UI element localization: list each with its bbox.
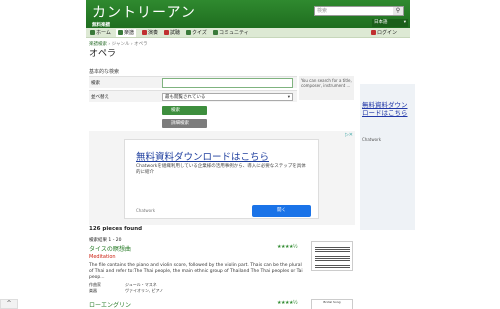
site-logo[interactable]: カントリーアン (92, 2, 196, 22)
instrument-link[interactable]: ヴァイオリン, ピアノ (125, 288, 163, 294)
nav-community[interactable]: コミュニティ (213, 29, 249, 37)
ad-title[interactable]: 無料資料ダウンロードはこちら (136, 149, 269, 163)
scroll-up-button[interactable]: ^ (0, 299, 18, 309)
keyword-label: 検索 (91, 81, 100, 86)
ad-banner: 無料資料ダウンロードはこちら Chatworkを組織利用している企業様の活用事例… (89, 131, 355, 225)
nav-score[interactable]: 楽譜 (116, 29, 137, 37)
result-count: 126 pieces found (89, 226, 143, 232)
search-hint: You can search for a title, composer, in… (299, 76, 354, 100)
sort-select[interactable]: 最も閲覧されている ▾ (162, 93, 293, 101)
ad-close-icon[interactable]: ▷✕ (345, 132, 353, 138)
chevron-down-icon: ▾ (403, 20, 406, 25)
breadcrumb-current: オペラ (134, 42, 148, 47)
side-ad-title[interactable]: 無料資料ダウンロードはこちら (362, 101, 412, 117)
ad-body: Chatworkを組織利用している企業様の活用事例から、導入に必要なステップを具… (136, 164, 306, 175)
play-icon (142, 29, 147, 35)
community-icon (213, 29, 218, 35)
result-subtitle: Meditation (89, 254, 116, 260)
header-search[interactable]: 検索 ⚲ (314, 6, 404, 16)
search-button[interactable]: 検索 (162, 106, 207, 115)
keyword-input[interactable] (162, 78, 293, 88)
listen-icon (164, 29, 169, 35)
page: カントリーアン 検索 ⚲ 日本語 ▾ 無料楽譜 ホーム 楽譜 演奏 試聴 クイズ… (0, 0, 500, 309)
language-label: 日本語 (374, 20, 388, 25)
rating-stars: ★★★★½ (277, 300, 298, 306)
nav-play[interactable]: 演奏 (142, 29, 158, 37)
login-icon (371, 29, 376, 35)
advanced-search-button[interactable]: 詳細検索 (162, 119, 207, 128)
side-ad[interactable]: 無料資料ダウンロードはこちら Chatwork (360, 84, 415, 230)
keyword-row: 検索 (89, 76, 297, 88)
chevron-down-icon: ▾ (287, 95, 290, 100)
side-ad-brand: Chatwork (362, 137, 382, 142)
nav-quiz[interactable]: クイズ (186, 29, 207, 37)
search-section-title: 基本的な検索 (89, 69, 120, 75)
ad-open-button[interactable]: 開く (252, 205, 311, 217)
main-nav: ホーム 楽譜 演奏 試聴 クイズ コミュニティ ログイン (86, 28, 410, 38)
ad-brand: Chatwork (136, 208, 156, 213)
ad-card[interactable]: 無料資料ダウンロードはこちら Chatworkを組織利用している企業様の活用事例… (124, 139, 319, 219)
language-select[interactable]: 日本語 ▾ (372, 19, 408, 27)
result-range: 検索結果 1 - 20 (89, 238, 122, 243)
sort-row: 並べ替え 最も閲覧されている ▾ (89, 90, 297, 102)
score-thumbnail[interactable]: Bridal Song (311, 299, 353, 309)
nav-login[interactable]: ログイン (371, 29, 397, 37)
result-title[interactable]: タイスの瞑想曲 (89, 244, 131, 253)
score-thumbnail[interactable] (311, 241, 353, 271)
search-icon[interactable]: ⚲ (393, 7, 403, 15)
rating-stars: ★★★★½ (277, 244, 298, 250)
nav-listen[interactable]: 試聴 (164, 29, 180, 37)
page-title: オペラ (89, 49, 117, 59)
sort-label: 並べ替え (91, 95, 109, 100)
result-title[interactable]: ローエングリン (89, 300, 131, 309)
quiz-icon (186, 29, 191, 35)
result-description: The file contains the piano and violin s… (89, 263, 303, 280)
result-instrument: 楽器 ヴァイオリン, ピアノ (89, 288, 164, 293)
score-icon (118, 29, 123, 35)
header-search-input[interactable]: 検索 (317, 7, 327, 14)
nav-home[interactable]: ホーム (90, 29, 111, 37)
home-icon (90, 29, 95, 35)
